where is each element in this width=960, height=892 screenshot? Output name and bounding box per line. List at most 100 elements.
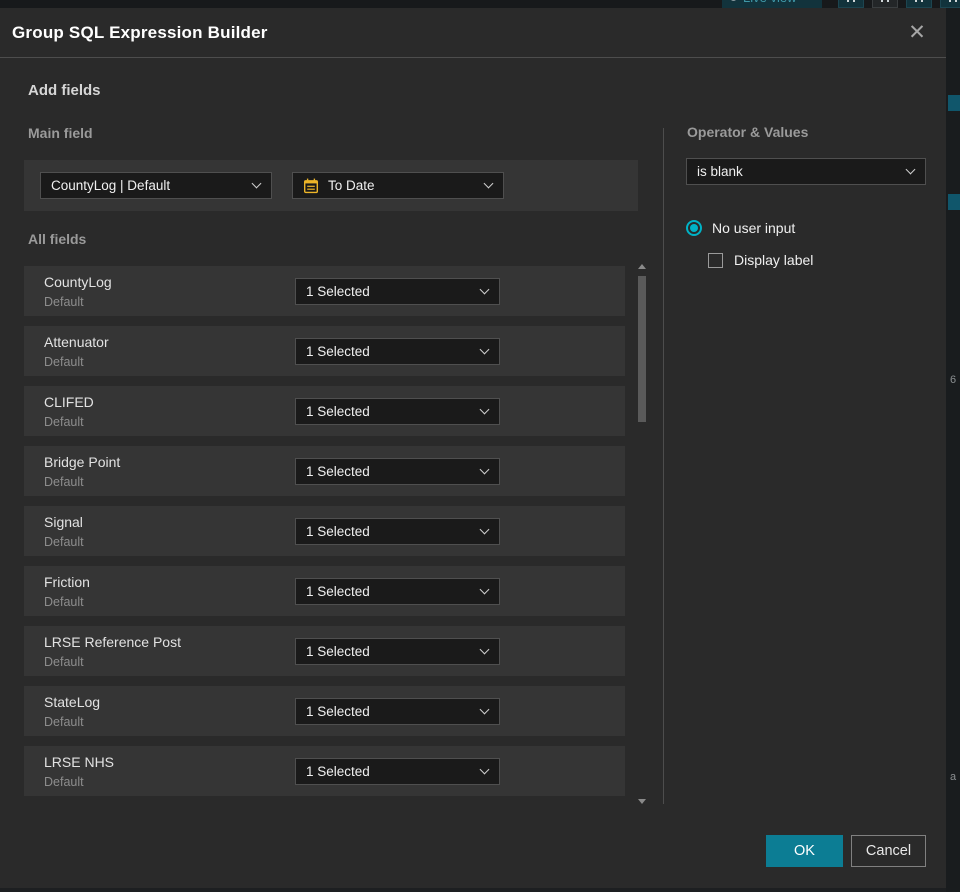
field-row: CLIFED Default 1 Selected (24, 386, 625, 436)
field-name: Bridge Point (44, 454, 121, 470)
checkbox-unchecked-icon (708, 252, 723, 268)
field-values-select[interactable]: 1 Selected (295, 278, 500, 305)
field-subtitle: Default (44, 415, 84, 429)
field-name: Attenuator (44, 334, 109, 350)
scroll-down-arrow-icon[interactable] (638, 799, 646, 804)
chevron-down-icon (479, 644, 490, 654)
field-values-select[interactable]: 1 Selected (295, 398, 500, 425)
no-user-input-label: No user input (712, 220, 796, 236)
all-fields-label: All fields (28, 231, 87, 247)
field-row: Attenuator Default 1 Selected (24, 326, 625, 376)
widget-button[interactable] (872, 0, 898, 8)
calendar-icon (303, 178, 319, 194)
field-name: CountyLog (44, 274, 112, 290)
main-field-date-select[interactable]: To Date (292, 172, 504, 199)
display-label-label: Display label (734, 252, 814, 268)
add-fields-heading: Add fields (28, 82, 101, 99)
main-field-panel: CountyLog | Default To Date (24, 160, 638, 211)
field-subtitle: Default (44, 595, 84, 609)
field-values-select-label: 1 Selected (306, 644, 370, 659)
scroll-up-arrow-icon[interactable] (638, 264, 646, 269)
background-accent-patch (948, 95, 960, 111)
all-fields-list: CountyLog Default 1 Selected Attenuator … (24, 266, 625, 806)
chevron-down-icon (905, 164, 916, 174)
field-name: Signal (44, 514, 83, 530)
field-values-select[interactable]: 1 Selected (295, 458, 500, 485)
main-field-select[interactable]: CountyLog | Default (40, 172, 272, 199)
background-app-right-strip: 6 a (946, 8, 960, 892)
field-row: LRSE NHS Default 1 Selected (24, 746, 625, 796)
operator-select-value: is blank (697, 164, 743, 179)
dialog-header: Group SQL Expression Builder ✕ (0, 8, 946, 58)
field-values-select-label: 1 Selected (306, 464, 370, 479)
widget-button[interactable] (906, 0, 932, 8)
chevron-down-icon (479, 524, 490, 534)
live-view-dot-icon (730, 0, 737, 1)
fields-list-scrollbar[interactable] (637, 264, 647, 804)
field-row: Friction Default 1 Selected (24, 566, 625, 616)
field-values-select-label: 1 Selected (306, 584, 370, 599)
field-values-select-label: 1 Selected (306, 284, 370, 299)
field-values-select[interactable]: 1 Selected (295, 638, 500, 665)
chevron-down-icon (479, 704, 490, 714)
field-values-select-label: 1 Selected (306, 764, 370, 779)
field-name: CLIFED (44, 394, 94, 410)
chevron-down-icon (479, 464, 490, 474)
main-field-label: Main field (28, 125, 93, 141)
dialog-title: Group SQL Expression Builder (12, 22, 268, 42)
field-subtitle: Default (44, 355, 84, 369)
field-subtitle: Default (44, 295, 84, 309)
widget-button[interactable] (940, 0, 960, 8)
main-field-date-select-value: To Date (328, 178, 375, 193)
field-subtitle: Default (44, 535, 84, 549)
field-values-select-label: 1 Selected (306, 404, 370, 419)
background-clipped-text: a (950, 771, 957, 783)
field-subtitle: Default (44, 775, 84, 789)
field-values-select[interactable]: 1 Selected (295, 578, 500, 605)
live-view-chip[interactable]: Live view (722, 0, 822, 8)
cancel-button[interactable]: Cancel (851, 835, 926, 867)
field-row: LRSE Reference Post Default 1 Selected (24, 626, 625, 676)
field-values-select-label: 1 Selected (306, 704, 370, 719)
panel-divider (663, 128, 664, 804)
field-values-select[interactable]: 1 Selected (295, 698, 500, 725)
no-user-input-radio[interactable]: No user input (686, 220, 795, 236)
display-label-checkbox[interactable]: Display label (708, 252, 813, 268)
close-icon[interactable]: ✕ (904, 20, 930, 46)
group-sql-expression-builder-dialog: Group SQL Expression Builder ✕ Add field… (0, 8, 946, 888)
background-app-top-strip: Live view (0, 0, 960, 8)
chevron-down-icon (479, 404, 490, 414)
field-values-select-label: 1 Selected (306, 524, 370, 539)
radio-selected-icon (686, 220, 702, 236)
chevron-down-icon (479, 764, 490, 774)
field-row: Bridge Point Default 1 Selected (24, 446, 625, 496)
main-field-select-value: CountyLog | Default (51, 178, 171, 193)
chevron-down-icon (479, 284, 490, 294)
background-clipped-text: 6 (950, 374, 957, 386)
field-name: Friction (44, 574, 90, 590)
field-name: LRSE Reference Post (44, 634, 181, 650)
field-name: StateLog (44, 694, 101, 710)
scrollbar-thumb[interactable] (638, 276, 646, 422)
field-subtitle: Default (44, 655, 84, 669)
field-values-select-label: 1 Selected (306, 344, 370, 359)
field-values-select[interactable]: 1 Selected (295, 338, 500, 365)
ok-button[interactable]: OK (766, 835, 843, 867)
background-app-bottom-strip (0, 888, 946, 892)
chevron-down-icon (483, 178, 494, 188)
field-values-select[interactable]: 1 Selected (295, 518, 500, 545)
chevron-down-icon (479, 344, 490, 354)
field-row: CountyLog Default 1 Selected (24, 266, 625, 316)
operator-select[interactable]: is blank (686, 158, 926, 185)
field-subtitle: Default (44, 475, 84, 489)
chevron-down-icon (479, 584, 490, 594)
operator-values-label: Operator & Values (687, 124, 809, 140)
field-values-select[interactable]: 1 Selected (295, 758, 500, 785)
widget-button[interactable] (838, 0, 864, 8)
background-accent-patch (948, 194, 960, 210)
field-name: LRSE NHS (44, 754, 115, 770)
field-row: StateLog Default 1 Selected (24, 686, 625, 736)
chevron-down-icon (251, 178, 262, 188)
field-subtitle: Default (44, 715, 84, 729)
live-view-label: Live view (743, 0, 796, 5)
